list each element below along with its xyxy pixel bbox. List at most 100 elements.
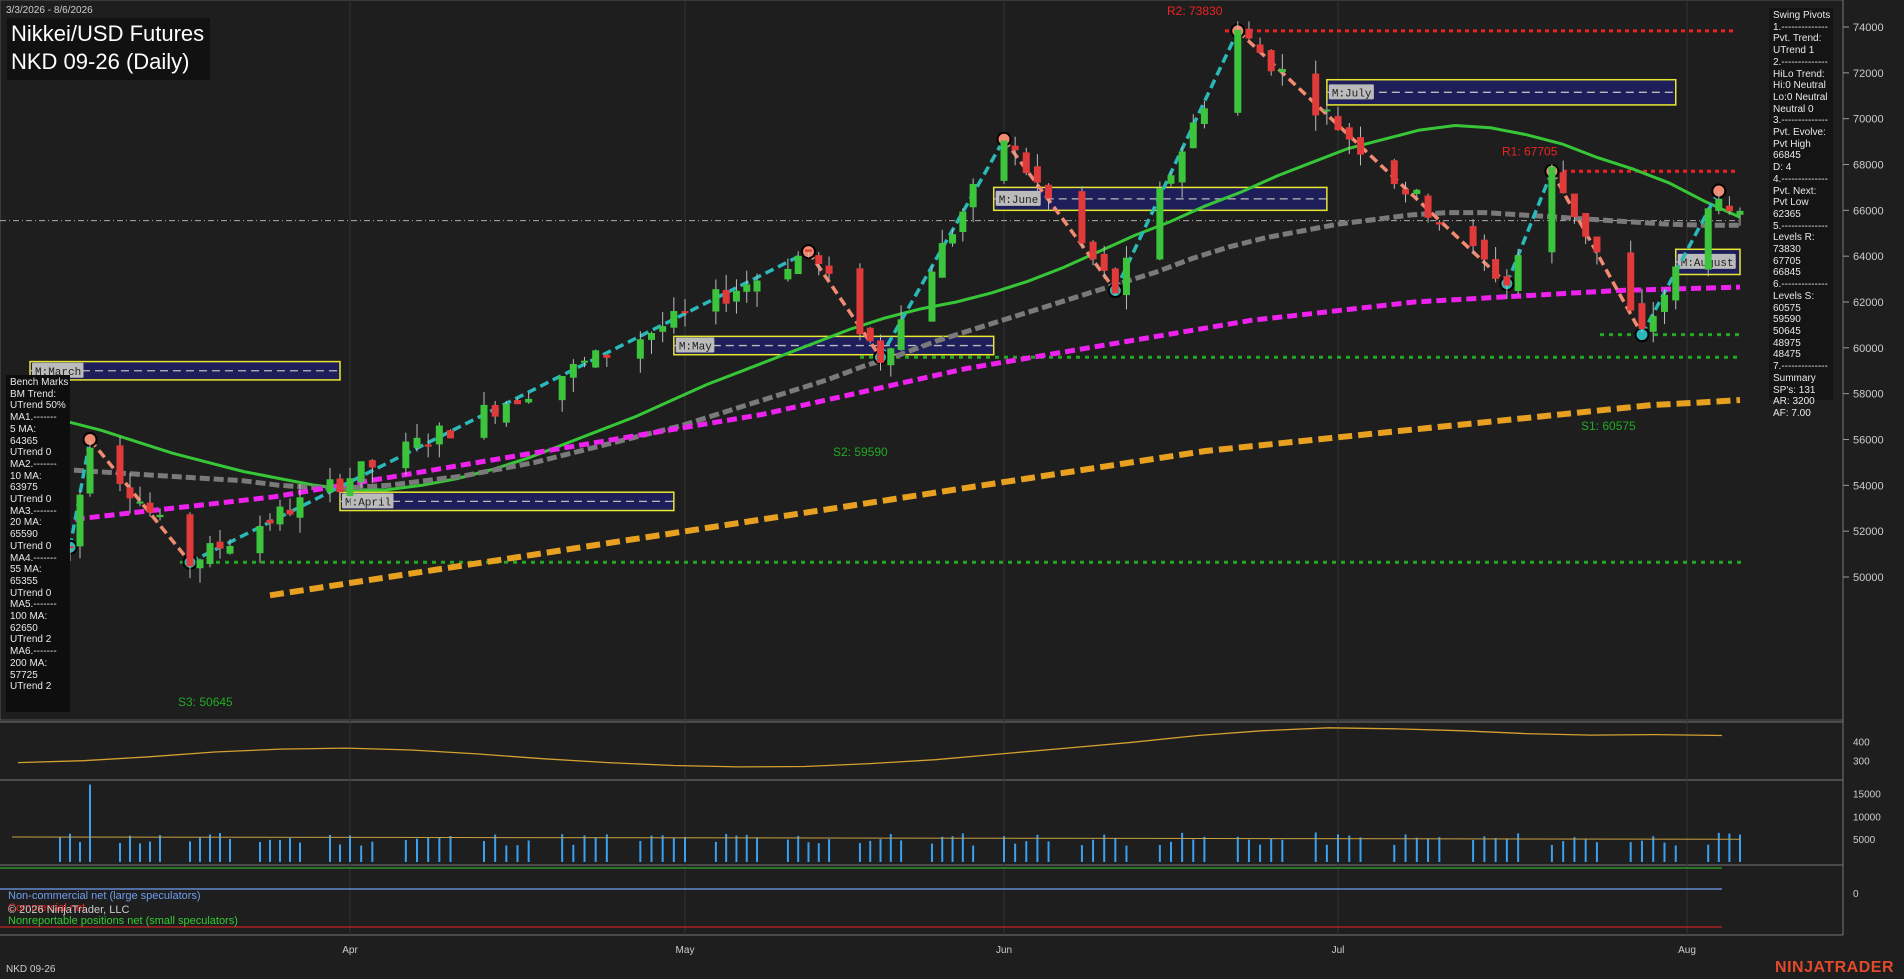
candle-body	[1334, 116, 1342, 131]
candle-body	[784, 268, 792, 280]
candle-body	[1100, 253, 1108, 271]
swing-pivots-line: Swing Pivots	[1773, 10, 1831, 21]
x-tick-label: May	[676, 945, 695, 956]
candle-body	[1424, 195, 1432, 218]
candle-body	[581, 360, 588, 363]
candle-body	[402, 441, 410, 469]
candle-body	[136, 501, 144, 504]
swing-pivots-line: Pvt High	[1773, 138, 1811, 150]
y-tick-label: 52000	[1853, 526, 1884, 538]
candle-body	[1715, 198, 1723, 211]
candle-body	[1570, 193, 1578, 218]
y-tick-label: 66000	[1853, 205, 1884, 217]
swing-pivots-line: Neutral 0	[1773, 103, 1814, 115]
bench-marks-line: MA1.-------	[10, 412, 57, 424]
candle-body	[1011, 145, 1019, 151]
bench-marks-line: UTrend 2	[10, 681, 52, 693]
candle-body	[959, 211, 967, 232]
vwap-zone-label: M:May	[679, 342, 712, 354]
bench-marks-line: MA4.-------	[10, 552, 57, 564]
candle-body	[1435, 222, 1443, 225]
swing-pivots-line: 3.--------------	[1773, 115, 1828, 127]
candle-body	[1312, 73, 1320, 116]
candle-body	[897, 319, 905, 350]
moving-average-line	[29, 284, 1741, 527]
candle-body	[1078, 191, 1086, 244]
candle-body	[1156, 188, 1164, 260]
candle-body	[722, 290, 730, 304]
swing-pivots-line: 48975	[1773, 337, 1801, 349]
candle-body	[815, 255, 823, 264]
candle-body	[1469, 226, 1477, 247]
moving-average-line	[29, 123, 1741, 492]
candle-body	[424, 444, 432, 447]
cot-legend: Non-commercial net (large speculators) C…	[8, 890, 238, 927]
candle-body	[1480, 239, 1488, 260]
candle-body	[1514, 255, 1522, 291]
candle-body	[336, 478, 344, 493]
volume-tick-label: 5000	[1853, 835, 1876, 846]
y-tick-label: 68000	[1853, 160, 1884, 172]
swing-pivots-line: 67705	[1773, 255, 1801, 267]
candle-body	[825, 265, 833, 274]
bench-marks-line: 10 MA:	[10, 470, 42, 482]
swing-pivots-line: 50645	[1773, 325, 1801, 337]
candle-body	[126, 487, 134, 499]
bench-marks-line: 100 MA:	[10, 611, 48, 623]
candle-body	[1267, 50, 1275, 72]
price-chart[interactable]: Apr May Jun Jul Aug5000052000540005600058000…	[0, 0, 1904, 979]
instrument-name: Nikkei/USD Futures	[11, 21, 205, 46]
candle-body	[276, 506, 284, 525]
candle-body	[1638, 303, 1646, 329]
candle-body	[186, 514, 194, 567]
swing-pivots-line: 6.--------------	[1773, 279, 1828, 291]
candle-body	[514, 400, 521, 405]
chart-title: Nikkei/USD Futures NKD 09-26 (Daily)	[7, 18, 211, 80]
swing-pivots-line: 5.--------------	[1773, 220, 1828, 232]
swing-pivots-line: 48475	[1773, 349, 1801, 361]
swing-pivots-line: Summary	[1773, 372, 1816, 384]
bench-marks-line: 65355	[10, 575, 38, 587]
candle-body	[659, 326, 667, 332]
x-tick-label: Jul	[1332, 945, 1345, 956]
atr-line	[17, 727, 1723, 768]
bench-marks-line: 63975	[10, 482, 38, 494]
candle-body	[1045, 184, 1053, 199]
candle-body	[1548, 166, 1556, 253]
resistance-label: R2: 73830	[1167, 4, 1223, 18]
y-tick-label: 64000	[1853, 251, 1884, 263]
candle-body	[326, 479, 334, 493]
swing-pivots-line: Pvt Low	[1773, 197, 1809, 209]
y-tick-label: 54000	[1853, 480, 1884, 492]
y-tick-label: 60000	[1853, 343, 1884, 355]
swing-pivots-line: AF: 7.00	[1773, 407, 1811, 419]
candle-body	[357, 461, 365, 483]
swing-pivots-line: Pvt. Evolve:	[1773, 127, 1826, 139]
contract-name: NKD 09-26 (Daily)	[11, 49, 190, 74]
brand-logo: NINJATRADER	[1775, 959, 1894, 976]
bench-marks-line: 62650	[10, 622, 38, 634]
y-tick-label: 62000	[1853, 297, 1884, 309]
support-label: S2: 59590	[833, 445, 888, 459]
candle-body	[525, 398, 533, 403]
candle-body	[266, 519, 274, 524]
bench-marks-line: 57725	[10, 669, 38, 681]
legend-nonreportable: Nonreportable positions net (small specu…	[8, 915, 238, 927]
swing-pivots-line: 7.--------------	[1773, 361, 1828, 373]
candle-body	[1503, 276, 1511, 286]
volume-tick-label: 15000	[1853, 790, 1881, 801]
support-label: S1: 60575	[1581, 419, 1636, 433]
candle-body	[636, 339, 644, 359]
swing-pivots-panel: Swing Pivots 1.-------------- Pvt. Trend: U…	[1769, 8, 1833, 419]
candle-body	[794, 255, 802, 275]
x-tick-label: Jun	[996, 945, 1012, 956]
candle-body	[86, 447, 94, 494]
candle-body	[1672, 266, 1680, 301]
candle-body	[1390, 160, 1398, 185]
candle-body	[732, 290, 740, 302]
footer-symbol: NKD 09-26	[6, 964, 56, 975]
candle-body	[1736, 210, 1744, 215]
legend-noncommercial: Non-commercial net (large speculators)	[8, 890, 201, 902]
candle-body	[1649, 315, 1657, 332]
vwap-zone-label: M:June	[999, 195, 1039, 207]
